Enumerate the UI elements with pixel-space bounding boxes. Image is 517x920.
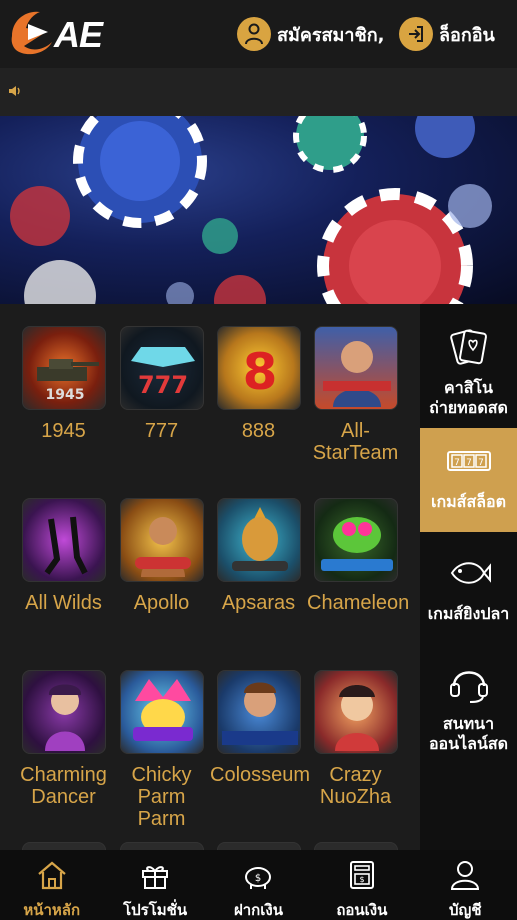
- chicky-icon: [119, 670, 204, 754]
- sidebar-item-label: เกมส์ยิงปลา: [427, 604, 510, 623]
- chameleon-icon: [313, 498, 398, 582]
- red-8-icon: 8: [216, 326, 301, 410]
- buddha-icon: [216, 498, 301, 582]
- sidebar-item-label: สนทนา ออนไลน์สด: [428, 714, 509, 753]
- soccer-player-icon: [313, 326, 398, 410]
- gift-icon: [142, 866, 169, 889]
- nav-home[interactable]: หน้าหลัก: [0, 850, 103, 920]
- login-label: ล็อกอิน: [439, 24, 495, 46]
- sidebar-item-fishing[interactable]: เกมส์ยิงปลา: [420, 540, 517, 644]
- bottom-navigation: หน้าหลัก โปรโมชั่น $ ฝากเงิน $ ถอนเงิน บ…: [0, 850, 517, 920]
- game-name: Charming Dancer: [20, 764, 107, 808]
- speaker-icon: [9, 86, 20, 96]
- register-button[interactable]: สมัครสมาชิก,: [237, 16, 384, 52]
- logo-text: AE: [54, 14, 103, 55]
- svg-text:$: $: [359, 875, 364, 884]
- game-name: 777: [144, 420, 179, 442]
- apollo-icon: [119, 498, 204, 582]
- game-item[interactable]: [113, 842, 210, 850]
- game-item[interactable]: Charming Dancer: [15, 670, 112, 808]
- promo-banner[interactable]: [0, 116, 517, 304]
- game-name: Crazy NuoZha: [319, 764, 392, 808]
- game-name: Colosseum: [210, 764, 311, 786]
- game-thumb: [119, 842, 204, 850]
- headset-icon: [449, 671, 488, 703]
- nav-label: โปรโมชั่น: [123, 901, 188, 919]
- game-item[interactable]: 8 888: [210, 326, 307, 442]
- svg-text:$: $: [255, 873, 261, 884]
- game-name: Chameleon: [307, 592, 410, 614]
- game-item[interactable]: All-StarTeam: [307, 326, 404, 464]
- ae-logo[interactable]: AE: [6, 6, 116, 58]
- game-thumb: [313, 842, 398, 850]
- nav-label: ฝากเงิน: [233, 901, 283, 919]
- home-icon: [37, 861, 66, 890]
- app-header: AE สมัครสมาชิก, ล็อกอิน: [0, 0, 517, 68]
- user-icon: [237, 17, 271, 51]
- game-name: All-StarTeam: [312, 420, 399, 464]
- nav-label: บัญชี: [449, 901, 482, 919]
- game-item[interactable]: All Wilds: [15, 498, 112, 614]
- svg-text:7: 7: [478, 458, 484, 468]
- announcement-bar[interactable]: [0, 68, 517, 116]
- game-item[interactable]: Chicky Parm Parm: [113, 670, 210, 830]
- game-thumb: [21, 842, 106, 850]
- game-item[interactable]: Crazy NuoZha: [307, 670, 404, 808]
- sidebar-item-live-chat[interactable]: สนทนา ออนไลน์สด: [420, 650, 517, 754]
- game-grid: 1945 1945 777 777 8 888 All-StarTeam All…: [0, 304, 420, 850]
- game-item[interactable]: [15, 842, 112, 850]
- nav-label: หน้าหลัก: [23, 901, 81, 919]
- game-item[interactable]: [307, 842, 404, 850]
- tank-icon: 1945: [21, 326, 106, 410]
- nav-label: ถอนเงิน: [336, 901, 388, 919]
- nav-withdraw[interactable]: $ ถอนเงิน: [310, 850, 413, 920]
- sidebar-item-slots[interactable]: 7 7 7 เกมส์สล็อต: [420, 428, 517, 532]
- nav-promotions[interactable]: โปรโมชั่น: [103, 850, 206, 920]
- svg-text:1945: 1945: [45, 387, 84, 403]
- colosseum-icon: [216, 670, 301, 754]
- game-name: Chicky Parm Parm: [131, 764, 192, 830]
- nuozha-icon: [313, 670, 398, 754]
- register-label: สมัครสมาชิก,: [277, 24, 385, 46]
- sidebar-item-label: เกมส์สล็อต: [430, 492, 507, 511]
- game-thumb: [216, 842, 301, 850]
- nav-deposit[interactable]: $ ฝากเงิน: [207, 850, 310, 920]
- nav-account[interactable]: บัญชี: [414, 850, 517, 920]
- game-item[interactable]: Apollo: [113, 498, 210, 614]
- category-sidebar: คาสิโน ถ่ายทอดสด 7 7 7 เกมส์สล็อต เกมส์ย…: [420, 304, 517, 850]
- piggy-bank-icon: $: [245, 867, 272, 889]
- game-name: All Wilds: [25, 592, 102, 614]
- svg-text:8: 8: [242, 343, 277, 401]
- fish-icon: [450, 562, 491, 584]
- game-item[interactable]: 777 777: [113, 326, 210, 442]
- login-button[interactable]: ล็อกอิน: [399, 16, 495, 52]
- game-name: 888: [241, 420, 276, 442]
- game-item[interactable]: 1945 1945: [15, 326, 112, 442]
- svg-text:7: 7: [466, 458, 472, 468]
- atm-icon: $: [349, 861, 374, 889]
- diamond-777-icon: 777: [119, 326, 204, 410]
- login-icon: [399, 17, 433, 51]
- sidebar-item-label: คาสิโน ถ่ายทอดสด: [429, 378, 508, 417]
- game-item[interactable]: Chameleon: [307, 498, 410, 614]
- game-name: Apollo: [133, 592, 190, 614]
- casino-chips-image: [10, 116, 492, 304]
- dancers-icon: [21, 498, 106, 582]
- game-item[interactable]: [210, 842, 307, 850]
- dancer-icon: [21, 670, 106, 754]
- game-name: Apsaras: [221, 592, 296, 614]
- svg-text:777: 777: [137, 371, 187, 399]
- slot-icon: 7 7 7: [446, 451, 491, 471]
- game-item[interactable]: Colosseum: [210, 670, 311, 786]
- user-icon: [451, 861, 480, 890]
- svg-text:7: 7: [454, 458, 460, 468]
- sidebar-item-live-casino[interactable]: คาสิโน ถ่ายทอดสด: [420, 314, 517, 418]
- game-item[interactable]: Apsaras: [210, 498, 307, 614]
- game-name: 1945: [41, 420, 86, 442]
- cards-icon: [449, 329, 487, 365]
